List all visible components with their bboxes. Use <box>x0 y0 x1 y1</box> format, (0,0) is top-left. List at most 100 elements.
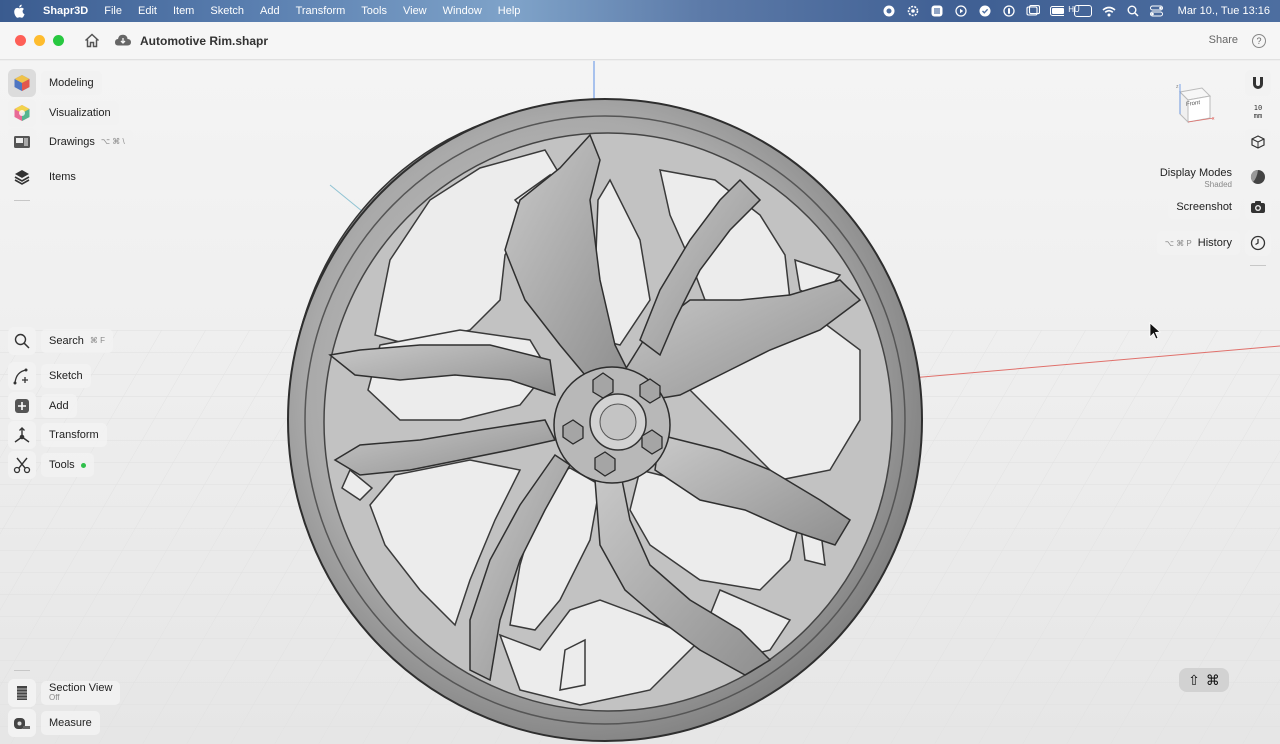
workspace-modeling[interactable]: Modeling <box>8 69 102 97</box>
menu-sketch[interactable]: Sketch <box>202 0 252 22</box>
add-icon[interactable] <box>8 392 36 420</box>
transform-label[interactable]: Transform <box>41 423 107 447</box>
spotlight-search-icon[interactable] <box>1126 4 1140 18</box>
drawings-text: Drawings <box>49 136 95 148</box>
modeling-label[interactable]: Modeling <box>41 71 102 95</box>
control-center-icon[interactable] <box>1150 4 1164 18</box>
window-icon[interactable] <box>1026 4 1040 18</box>
play-icon[interactable] <box>954 4 968 18</box>
document-title: Automotive Rim.shapr <box>140 33 269 48</box>
grid-units-readout[interactable]: 10 mm <box>1245 104 1271 120</box>
minimize-window-button[interactable] <box>34 35 45 46</box>
workspace-visualization[interactable]: Visualization <box>8 99 119 127</box>
drawings-label[interactable]: Drawings ⌥ ⌘ \ <box>41 130 133 154</box>
tools-status-dot <box>80 462 86 468</box>
screenshot-button[interactable] <box>1245 194 1271 220</box>
zoom-window-button[interactable] <box>53 35 64 46</box>
history-label[interactable]: ⌥ ⌘ P History <box>1156 231 1240 255</box>
close-window-button[interactable] <box>15 35 26 46</box>
menu-tools[interactable]: Tools <box>353 0 395 22</box>
menu-transform[interactable]: Transform <box>288 0 354 22</box>
camera-icon <box>1251 201 1265 213</box>
sketch-icon[interactable] <box>8 362 36 390</box>
help-button[interactable]: ? <box>1252 34 1266 48</box>
menu-add[interactable]: Add <box>252 0 288 22</box>
section-view-icon[interactable] <box>8 679 36 707</box>
rim-center-cap <box>599 403 637 441</box>
search-shortcut: ⌘ F <box>89 336 105 345</box>
window-controls <box>15 35 64 46</box>
modifier-keys-indicator[interactable]: ⇧ ⌘ <box>1179 668 1229 692</box>
tool-sketch[interactable]: Sketch <box>8 362 91 390</box>
menubar-clock[interactable]: Mar 10., Tue 13:16 <box>1178 5 1270 17</box>
section-view-label[interactable]: Section View Off <box>41 681 121 705</box>
transform-icon[interactable] <box>8 421 36 449</box>
toolbar-separator <box>14 200 30 201</box>
menu-file[interactable]: File <box>96 0 130 22</box>
home-icon[interactable] <box>84 32 100 49</box>
search-label[interactable]: Search ⌘ F <box>41 329 113 353</box>
search-icon[interactable] <box>8 327 36 355</box>
visualization-label[interactable]: Visualization <box>41 101 119 125</box>
tool-search[interactable]: Search ⌘ F <box>8 327 113 355</box>
history-button[interactable] <box>1245 230 1271 256</box>
battery-icon[interactable] <box>1049 4 1064 18</box>
view-cube[interactable]: z x Front <box>1172 80 1218 126</box>
view-orientation-button[interactable] <box>1245 129 1271 155</box>
display-modes-label[interactable]: Display Modes Shaded <box>1151 164 1240 194</box>
circle-app-icon[interactable] <box>1002 4 1016 18</box>
apple-menu-icon[interactable] <box>13 4 29 18</box>
right-toolbar-separator <box>1250 265 1266 266</box>
tool-transform[interactable]: Transform <box>8 421 107 449</box>
tools-scissors-icon[interactable] <box>8 451 36 479</box>
input-source-label: HU <box>1068 5 1080 14</box>
menu-app-name[interactable]: Shapr3D <box>39 0 96 22</box>
layers-icon[interactable] <box>8 163 36 191</box>
menu-view[interactable]: View <box>395 0 435 22</box>
items-label[interactable]: Items <box>41 165 84 189</box>
drawings-icon[interactable] <box>8 128 36 156</box>
snapping-magnet-button[interactable] <box>1245 70 1271 96</box>
items-panel-toggle[interactable]: Items <box>8 163 84 191</box>
drawings-shortcut: ⌥ ⌘ \ <box>100 137 125 146</box>
display-mode-value: Shaded <box>1204 180 1232 189</box>
add-label[interactable]: Add <box>41 394 77 418</box>
check-circle-icon[interactable] <box>978 4 992 18</box>
grid-units-unit: mm <box>1253 112 1263 120</box>
clock-history-icon <box>1250 235 1266 251</box>
share-button[interactable]: Share <box>1209 34 1238 46</box>
display-modes-button[interactable] <box>1245 164 1271 190</box>
modeling-cube-icon[interactable] <box>8 69 36 97</box>
menu-item[interactable]: Item <box>165 0 202 22</box>
measure-tape-icon[interactable] <box>8 709 36 737</box>
stack-app-icon[interactable] <box>930 4 944 18</box>
workspace-drawings[interactable]: Drawings ⌥ ⌘ \ <box>8 128 133 156</box>
axis-cube-icon <box>1251 135 1265 149</box>
measure-label[interactable]: Measure <box>41 711 100 735</box>
tool-section-view[interactable]: Section View Off <box>8 679 121 707</box>
sketch-label[interactable]: Sketch <box>41 364 91 388</box>
visualization-icon[interactable] <box>8 99 36 127</box>
wifi-icon[interactable] <box>1102 4 1116 18</box>
tool-tools[interactable]: Tools <box>8 451 94 479</box>
svg-text:z: z <box>1176 84 1179 90</box>
record-icon[interactable] <box>882 4 896 18</box>
scene-canvas[interactable] <box>0 61 1280 744</box>
cloud-sync-icon[interactable] <box>114 33 132 49</box>
window-titlebar: Automotive Rim.shapr Share ? <box>0 22 1280 60</box>
shaded-sphere-icon <box>1250 169 1265 184</box>
screenshot-label[interactable]: Screenshot <box>1168 195 1240 219</box>
tool-add[interactable]: Add <box>8 392 77 420</box>
tools-label[interactable]: Tools <box>41 453 94 477</box>
history-shortcut: ⌥ ⌘ P <box>1164 239 1192 248</box>
macos-menubar: Shapr3D File Edit Item Sketch Add Transf… <box>0 0 1280 22</box>
menu-help[interactable]: Help <box>490 0 529 22</box>
tools-text: Tools <box>49 459 75 471</box>
menu-window[interactable]: Window <box>435 0 490 22</box>
tool-measure[interactable]: Measure <box>8 709 100 737</box>
toolbar-separator-bottom <box>14 670 30 671</box>
3d-viewport[interactable]: z x Front Modeling Visualization Drawing… <box>0 61 1280 744</box>
menu-edit[interactable]: Edit <box>130 0 165 22</box>
settings-gear-icon[interactable] <box>906 4 920 18</box>
search-text: Search <box>49 335 84 347</box>
